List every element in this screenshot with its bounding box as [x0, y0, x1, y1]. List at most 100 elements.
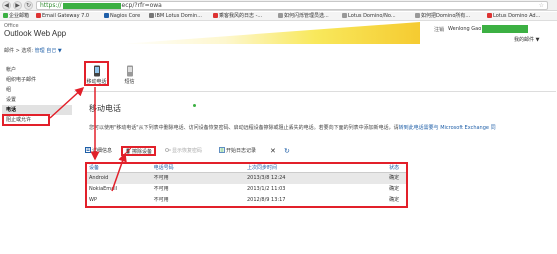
manage-myself-link[interactable]: 管理 自己 — [35, 48, 57, 54]
favicon-icon — [104, 13, 109, 18]
cell-status: 确定 — [389, 175, 400, 181]
favicon-icon — [213, 13, 218, 18]
bookmark-item[interactable]: Lotus Domino/No... — [342, 13, 396, 20]
table-header: 设备 电话号码 上次同步时间 状态 — [87, 164, 406, 173]
bookmark-label: IBM Lotus Domin... — [155, 13, 202, 19]
signout-link[interactable]: 注销 — [434, 26, 444, 33]
bookmark-item[interactable]: IBM Lotus Domin... — [149, 13, 202, 20]
favicon-icon — [149, 13, 154, 18]
details-icon — [85, 147, 91, 153]
page-title: 移动电话 — [89, 104, 121, 113]
description-link[interactable]: 转到此电话需要与 Microsoft Exchange 同 — [399, 125, 496, 131]
cell-device: WP — [89, 197, 97, 203]
cell-phone-number: 不可用 — [153, 197, 169, 203]
table-row[interactable]: Android 不可用 2013/3/8 12:24 确定 — [87, 173, 406, 184]
bookmark-label: 如何把Domino所有... — [421, 13, 471, 19]
divider — [74, 91, 556, 92]
sms-icon — [126, 65, 133, 77]
bookmark-label: 如何闪烁管理员选... — [284, 13, 329, 19]
details-button[interactable]: 详细信息 — [85, 146, 112, 156]
redacted-user — [482, 25, 529, 33]
bookmark-item[interactable]: Email Gateway 7.0 — [36, 13, 89, 20]
bookmark-label: Email Gateway 7.0 — [42, 13, 90, 19]
cell-phone-number: 不可用 — [153, 175, 169, 181]
cell-last-sync: 2012/8/9 13:17 — [247, 197, 286, 203]
owa-header: Office Outlook Web App 注销 Wenlong Gao 我的… — [0, 22, 557, 44]
cell-phone-number: 不可用 — [153, 186, 169, 192]
show-recovery-password-label: 显示恢复密码 — [172, 148, 203, 154]
sidebar-item-groups[interactable]: 组 — [2, 85, 72, 95]
cell-device: Android — [89, 175, 109, 181]
tab-sms[interactable]: 短信 — [117, 63, 142, 88]
key-icon — [165, 148, 171, 152]
sidebar-item-organize-email[interactable]: 组织电子邮件 — [2, 75, 72, 85]
show-recovery-password-button[interactable]: 显示恢复密码 — [165, 146, 202, 156]
back-button[interactable]: ◀ — [2, 1, 11, 10]
toolbar: 详细信息 擦除设备 显示恢复密码 开始日志记录 ✕ ↻ — [85, 145, 555, 157]
tab-mobile-phones[interactable]: 移动电话 — [84, 61, 109, 86]
bookmark-label: 乘客我风的日志 -... — [219, 13, 263, 19]
header-swoosh-decoration — [120, 22, 420, 44]
table-row[interactable]: NokiaEmail 不可用 2013/1/2 11:03 确定 — [87, 184, 406, 195]
log-icon — [219, 147, 225, 153]
bookmark-item[interactable]: 如何闪烁管理员选... — [278, 13, 329, 20]
column-header-device[interactable]: 设备 — [87, 164, 154, 172]
redacted-host — [62, 2, 121, 9]
refresh-icon[interactable]: ↻ — [284, 146, 290, 156]
column-header-status[interactable]: 状态 — [389, 164, 406, 172]
wipe-device-label: 擦除设备 — [132, 149, 153, 155]
wipe-icon — [125, 148, 131, 154]
bookmark-label: 企业邮箱 — [9, 13, 30, 19]
chevron-down-icon[interactable]: ▼ — [58, 48, 62, 54]
bookmark-item[interactable]: 乘客我风的日志 -... — [213, 13, 262, 20]
breadcrumb-prefix: 邮件 > 选项: — [4, 48, 34, 54]
sidebar-item-settings[interactable]: 设置 — [2, 95, 72, 105]
favicon-icon — [36, 13, 41, 18]
description-text: 您可以使用"移动电话"从下列表中删除电话、访问设备恢复密码、启动远程设备擦除或阻… — [89, 124, 554, 131]
status-dot-icon — [193, 104, 196, 107]
favicon-icon — [3, 13, 8, 18]
bookmark-item[interactable]: 企业邮箱 — [3, 13, 29, 20]
reload-button[interactable]: ↻ — [24, 1, 33, 10]
cell-status: 确定 — [389, 197, 400, 203]
bookmark-label: Nagios Core — [110, 13, 141, 19]
column-header-last-sync[interactable]: 上次同步时间 — [247, 164, 389, 172]
bookmark-item[interactable]: Nagios Core — [104, 13, 140, 20]
cell-last-sync: 2013/3/8 12:24 — [247, 175, 286, 181]
description-body: 您可以使用"移动电话"从下列表中删除电话、访问设备恢复密码、启动远程设备擦除或阻… — [89, 125, 399, 131]
wipe-device-button[interactable]: 擦除设备 — [121, 146, 157, 156]
bookmarks-bar: 企业邮箱 Email Gateway 7.0 Nagios Core IBM L… — [0, 12, 557, 21]
url-path: ecp/?rfr=owa — [121, 2, 162, 9]
user-name-text: Wenlong Gao — [448, 26, 482, 32]
tab-mobile-phones-label: 移动电话 — [86, 79, 107, 85]
table-row[interactable]: WP 不可用 2012/8/9 13:17 确定 — [87, 195, 406, 206]
mobile-phone-icon — [93, 65, 100, 77]
browser-toolbar: ◀ ▶ ↻ https:// ecp/?rfr=owa ☆ — [0, 0, 557, 11]
favicon-icon — [278, 13, 283, 18]
app-title: Outlook Web App — [4, 29, 67, 38]
address-bar[interactable]: https:// ecp/?rfr=owa ☆ — [36, 1, 548, 10]
bookmark-star-icon[interactable]: ☆ — [539, 2, 544, 9]
favicon-icon — [487, 13, 492, 18]
url-scheme: https:// — [40, 2, 62, 9]
bookmark-label: Lotus Domino/No... — [348, 13, 396, 19]
cell-device: NokiaEmail — [89, 186, 118, 192]
my-mail-link[interactable]: 我的邮件 ▼ — [514, 36, 539, 43]
favicon-icon — [342, 13, 347, 18]
start-logging-label: 开始日志记录 — [226, 148, 257, 154]
favicon-icon — [415, 13, 420, 18]
sidebar-item-account[interactable]: 帐户 — [2, 65, 72, 75]
bookmark-label: Lotus Domino Ad... — [493, 13, 541, 19]
device-table: 设备 电话号码 上次同步时间 状态 Android 不可用 2013/3/8 1… — [85, 162, 408, 208]
annotation-highlight-phone — [2, 114, 50, 126]
column-header-phone-number[interactable]: 电话号码 — [154, 164, 247, 172]
user-name[interactable]: Wenlong Gao — [448, 25, 529, 33]
cell-last-sync: 2013/1/2 11:03 — [247, 186, 286, 192]
bookmark-item[interactable]: Lotus Domino Ad... — [487, 13, 540, 20]
delete-icon[interactable]: ✕ — [270, 146, 276, 156]
start-logging-button[interactable]: 开始日志记录 — [219, 146, 256, 156]
bookmark-item[interactable]: 如何把Domino所有... — [415, 13, 470, 20]
tab-sms-label: 短信 — [124, 79, 135, 85]
breadcrumb: 邮件 > 选项: 管理 自己 ▼ — [4, 47, 62, 54]
forward-button[interactable]: ▶ — [13, 1, 22, 10]
